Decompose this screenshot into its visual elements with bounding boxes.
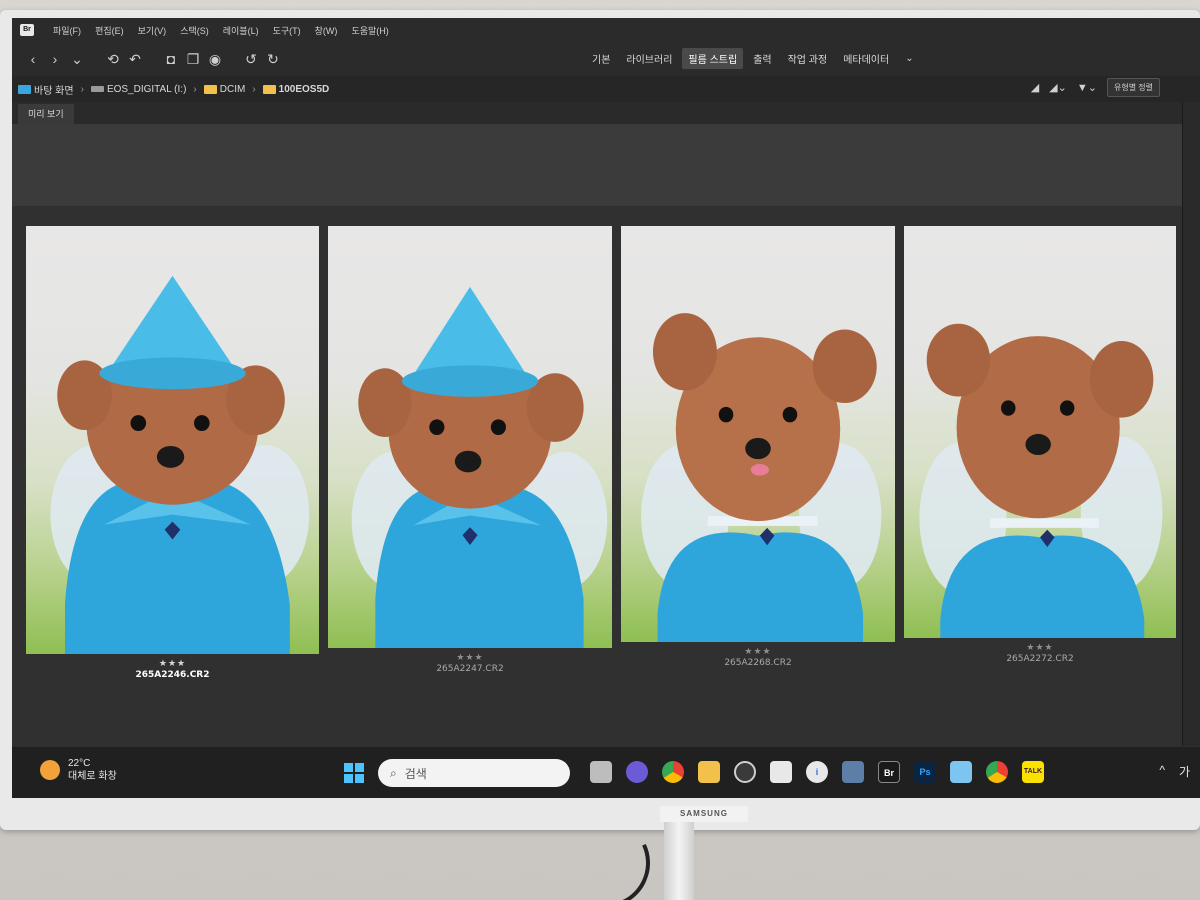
- rating-filter-icon[interactable]: ◢⌄: [1049, 81, 1067, 94]
- folder-icon: [262, 84, 276, 94]
- thumbnail-filename: 265A2247.CR2: [436, 664, 504, 674]
- toolbar: ‹ › ⌄ ⟲ ↶ ◘ ❐ ◉ ↺ ↻ 기본 라이브러리 필름 스트립 출력 작…: [12, 42, 1200, 76]
- settings-icon[interactable]: [734, 761, 756, 783]
- thumbnail[interactable]: ★★★ 265A2268.CR2: [621, 226, 895, 676]
- rating-stars[interactable]: ★★★: [904, 642, 1176, 653]
- quality-icon[interactable]: ◢: [1031, 81, 1039, 94]
- weather-widget[interactable]: 22°C 대체로 화창: [40, 757, 117, 783]
- rotate-right-icon[interactable]: ↻: [262, 51, 284, 68]
- desktop-folder-icon: [18, 84, 31, 94]
- bridge-icon[interactable]: Br: [878, 761, 900, 783]
- thumbnail[interactable]: ★★★ 265A2272.CR2: [904, 226, 1176, 676]
- notepad-icon[interactable]: [950, 761, 972, 783]
- snipping-tool-icon[interactable]: [770, 761, 792, 783]
- breadcrumb-drive[interactable]: EOS_DIGITAL (I:): [90, 84, 186, 95]
- tab-preview[interactable]: 미리 보기: [18, 104, 74, 124]
- workspace-more-icon[interactable]: ⌄: [899, 50, 919, 67]
- photoshop-icon[interactable]: Ps: [914, 761, 936, 783]
- menu-edit[interactable]: 편집(E): [90, 24, 129, 37]
- system-tray: ^ 가: [1159, 763, 1190, 780]
- bridge-logo-icon: Br: [20, 24, 34, 36]
- chevron-down-icon[interactable]: ⌄: [66, 51, 88, 68]
- monitor-brand: SAMSUNG: [660, 806, 748, 822]
- chevron-right-icon: ›: [252, 83, 256, 95]
- refine-icon[interactable]: ❐: [182, 51, 204, 68]
- workspace-library[interactable]: 라이브러리: [620, 48, 678, 69]
- thumbnail-photo: [904, 226, 1176, 638]
- drive-icon: [90, 86, 104, 92]
- preview-area: [12, 124, 1182, 206]
- info-icon[interactable]: i: [806, 761, 828, 783]
- folder-icon: [203, 84, 217, 94]
- chrome-icon[interactable]: [662, 761, 684, 783]
- search-icon: ⌕: [390, 765, 397, 780]
- recent-icon[interactable]: ⟲: [102, 51, 124, 68]
- chrome-profile-icon[interactable]: [986, 761, 1008, 783]
- menu-tools[interactable]: 도구(T): [268, 24, 306, 37]
- chevron-right-icon: ›: [80, 83, 84, 95]
- weather-desc: 대체로 화창: [68, 771, 117, 782]
- thumbnail-photo: [621, 226, 895, 642]
- dog-no-hat-image: [919, 323, 1163, 638]
- windows-start-icon[interactable]: [344, 763, 364, 783]
- open-in-camera-raw-icon[interactable]: ◉: [204, 51, 226, 68]
- dog-in-hat-image: [50, 275, 310, 654]
- kakaotalk-icon[interactable]: TALK: [1022, 761, 1044, 783]
- tray-overflow-icon[interactable]: ^: [1159, 763, 1165, 780]
- file-explorer-icon[interactable]: [698, 761, 720, 783]
- rotate-left-icon[interactable]: ↺: [240, 51, 262, 68]
- breadcrumb-desktop[interactable]: 바탕 화면: [18, 82, 74, 97]
- monitor-stand: [664, 822, 694, 900]
- dog-no-hat-image: [641, 313, 882, 642]
- rating-stars[interactable]: ★★★: [621, 646, 895, 657]
- menu-bar: Br 파일(F) 편집(E) 보기(V) 스택(S) 레이블(L) 도구(T) …: [12, 18, 1200, 42]
- search-placeholder: 검색: [404, 766, 427, 781]
- menu-file[interactable]: 파일(F): [48, 24, 86, 37]
- thumbnail-filename: 265A2272.CR2: [1006, 654, 1074, 664]
- workspace-switcher: 기본 라이브러리 필름 스트립 출력 작업 과정 메타데이터 ⌄: [586, 48, 920, 69]
- menu-help[interactable]: 도움말(H): [346, 24, 393, 37]
- back-icon[interactable]: ‹: [22, 51, 44, 67]
- workspace-essentials[interactable]: 기본: [586, 48, 616, 69]
- workspace-output[interactable]: 출력: [747, 48, 777, 69]
- thumbnail-filename: 265A2268.CR2: [724, 658, 792, 668]
- weather-temp: 22°C: [68, 758, 91, 769]
- camera-import-icon[interactable]: ◘: [160, 51, 182, 67]
- filmstrip: ★★★ 265A2246.CR2 ★★★ 265A2247.CR2 ★★★ 26…: [12, 206, 1182, 746]
- screen: Br 파일(F) 편집(E) 보기(V) 스택(S) 레이블(L) 도구(T) …: [12, 18, 1200, 798]
- path-bar-tools: ◢ ◢⌄ ▼⌄ 유형별 정렬: [1031, 78, 1160, 97]
- menu-view[interactable]: 보기(V): [133, 24, 172, 37]
- workspace-filmstrip[interactable]: 필름 스트립: [682, 48, 744, 69]
- breadcrumb-100eos5d[interactable]: 100EOS5D: [262, 84, 329, 95]
- breadcrumb-dcim[interactable]: DCIM: [203, 84, 245, 95]
- sun-icon: [40, 760, 60, 780]
- thumbnail[interactable]: ★★★ 265A2247.CR2: [328, 226, 612, 676]
- workspace-keywords[interactable]: 작업 과정: [782, 48, 834, 69]
- thumbnail-photo: [26, 226, 319, 654]
- filter-icon[interactable]: ▼⌄: [1077, 81, 1097, 94]
- right-panel-collapsed[interactable]: [1182, 102, 1200, 746]
- forward-icon[interactable]: ›: [44, 51, 66, 67]
- chevron-right-icon: ›: [193, 83, 197, 95]
- thumbnail-filename: 265A2246.CR2: [135, 670, 210, 680]
- path-bar: 바탕 화면 › EOS_DIGITAL (I:) › DCIM › 100EOS…: [12, 76, 1200, 102]
- panel-tabs: 미리 보기: [12, 102, 1182, 124]
- menu-window[interactable]: 창(W): [310, 24, 343, 37]
- rating-stars[interactable]: ★★★: [26, 658, 319, 669]
- thumbnail[interactable]: ★★★ 265A2246.CR2: [26, 226, 319, 680]
- thumbnail-photo: [328, 226, 612, 648]
- workspace-metadata[interactable]: 메타데이터: [837, 48, 895, 69]
- menu-label[interactable]: 레이블(L): [218, 24, 264, 37]
- taskbar-search[interactable]: ⌕ 검색: [378, 759, 570, 787]
- calculator-icon[interactable]: [842, 761, 864, 783]
- teams-icon[interactable]: [626, 761, 648, 783]
- sort-button[interactable]: 유형별 정렬: [1106, 78, 1160, 97]
- taskbar: 22°C 대체로 화창 ⌕ 검색 i Br Ps TALK ^ 가: [12, 746, 1200, 798]
- task-view-icon[interactable]: [590, 761, 612, 783]
- boomerang-icon[interactable]: ↶: [124, 51, 146, 68]
- dog-in-hat-image: [351, 286, 608, 648]
- rating-stars[interactable]: ★★★: [328, 652, 612, 663]
- menu-stack[interactable]: 스택(S): [175, 24, 214, 37]
- ime-indicator[interactable]: 가: [1179, 763, 1190, 780]
